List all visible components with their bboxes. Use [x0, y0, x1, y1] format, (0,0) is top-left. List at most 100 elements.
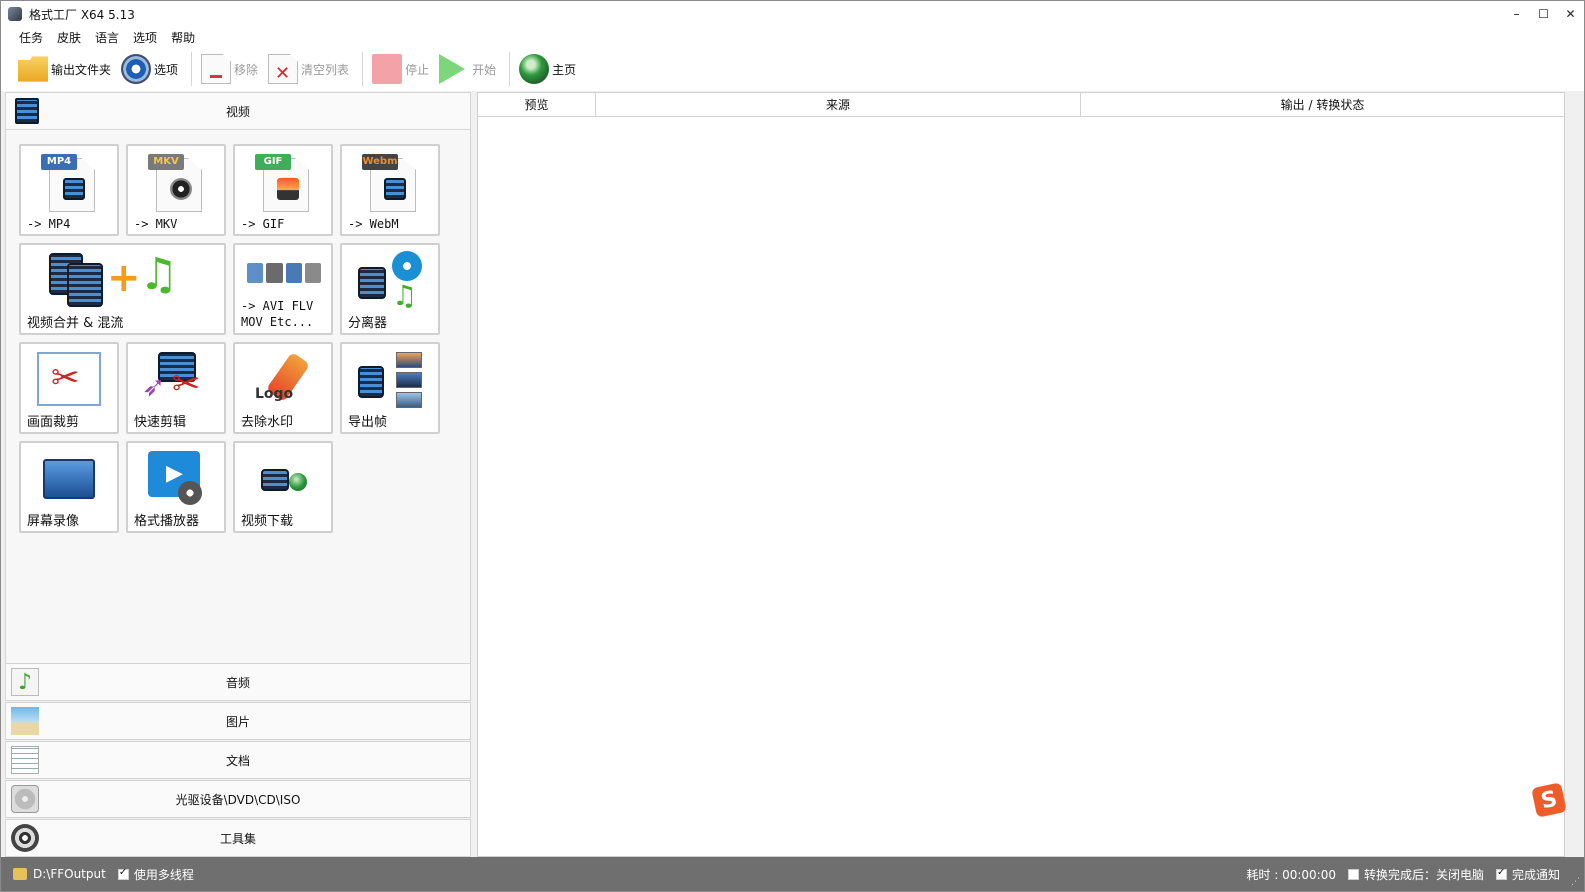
menu-skin[interactable]: 皮肤	[57, 29, 81, 46]
clear-list-label: 清空列表	[301, 62, 350, 77]
output-folder-button[interactable]: 输出文件夹	[15, 51, 114, 87]
folder-icon	[18, 56, 48, 82]
logo-text: Logo	[255, 386, 294, 402]
category-image-header[interactable]: 图片	[5, 702, 471, 740]
screen-camera-icon	[43, 459, 95, 499]
clear-list-icon: ✕	[268, 54, 299, 84]
menu-options[interactable]: 选项	[133, 29, 157, 46]
tile-crop[interactable]: ✂ 画面裁剪	[19, 342, 119, 434]
tile-splitter[interactable]: ♫ 分离器	[340, 243, 440, 335]
mkv-badge: MKV	[148, 154, 184, 170]
toolbar-divider	[191, 52, 193, 86]
category-optical-label: 光驱设备\DVD\CD\ISO	[175, 792, 301, 807]
tile-screen-record[interactable]: 屏幕录像	[19, 441, 119, 533]
tile-quick-edit-label: 快速剪辑	[134, 415, 187, 430]
category-image-label: 图片	[225, 714, 250, 729]
webm-badge: Webm	[362, 154, 398, 170]
format-mini-icons	[247, 263, 321, 283]
maximize-button[interactable]: ☐	[1530, 1, 1557, 27]
tile-quick-edit[interactable]: ➶ ✂ 快速剪辑	[126, 342, 226, 434]
mp4-badge: MP4	[41, 154, 77, 170]
menu-bar: 任务 皮肤 语言 选项 帮助	[1, 27, 1584, 47]
category-optical-header[interactable]: 光驱设备\DVD\CD\ISO	[5, 780, 471, 818]
column-source[interactable]: 来源	[596, 93, 1081, 116]
column-output-status[interactable]: 输出 / 转换状态	[1081, 93, 1564, 116]
gif-file-icon: GIF	[255, 154, 311, 212]
mkv-file-icon: MKV	[148, 154, 204, 212]
clear-list-button[interactable]: ✕ 清空列表	[265, 51, 352, 87]
output-path[interactable]: D:\FFOutput	[33, 867, 106, 881]
film-icon	[358, 267, 386, 299]
tile-to-webm-label: -> WebM	[348, 217, 399, 231]
tile-to-gif-label: -> GIF	[241, 217, 285, 231]
home-button[interactable]: 主页	[516, 51, 579, 87]
elapsed-time: 耗时 : 00:00:00	[1246, 867, 1336, 882]
home-label: 主页	[552, 62, 577, 77]
category-tools-header[interactable]: 工具集	[5, 819, 471, 857]
tools-reel-icon	[11, 824, 39, 852]
status-bar: D:\FFOutput 使用多线程 耗时 : 00:00:00 转换完成后：关闭…	[1, 857, 1584, 891]
arrow-icon: ➶	[142, 370, 166, 403]
menu-help[interactable]: 帮助	[171, 29, 195, 46]
start-label: 开始	[472, 62, 497, 77]
tile-video-merge[interactable]: + ♫ 视频合并 & 混流	[19, 243, 226, 335]
globe-icon	[519, 54, 550, 84]
menu-task[interactable]: 任务	[19, 29, 43, 46]
options-button[interactable]: 选项	[118, 51, 181, 87]
music-note-icon: ♫	[392, 279, 418, 312]
tile-to-gif[interactable]: GIF -> GIF	[233, 144, 333, 236]
frame-thumb-icon	[396, 352, 422, 368]
sogou-ime-icon[interactable]: S	[1531, 782, 1567, 818]
tile-to-mp4-label: -> MP4	[27, 217, 71, 231]
category-document-header[interactable]: 文档	[5, 741, 471, 779]
multithread-checkbox[interactable]	[117, 867, 129, 880]
scissors-icon: ✂	[51, 358, 80, 398]
tile-to-avi-flv-mov[interactable]: -> AVI FLV MOV Etc...	[233, 243, 333, 335]
stop-icon	[372, 54, 403, 84]
output-folder-label: 输出文件夹	[51, 62, 112, 77]
vertical-scrollbar[interactable]	[1566, 92, 1584, 857]
tile-video-download[interactable]: 视频下载	[233, 441, 333, 533]
reel-icon	[392, 251, 422, 281]
task-list-panel[interactable]: 预览 来源 输出 / 转换状态	[477, 92, 1565, 857]
remove-button[interactable]: 移除	[198, 51, 261, 87]
video-tools-area: MP4 -> MP4 MKV -> MKV GIF -> GIF Webm ->…	[5, 130, 471, 663]
disc-drive-icon	[11, 785, 39, 813]
category-video-label: 视频	[225, 104, 250, 119]
category-audio-header[interactable]: ♪ 音频	[5, 663, 471, 701]
notify-label: 完成通知	[1511, 867, 1560, 882]
category-audio-label: 音频	[225, 675, 250, 690]
resize-grip-icon[interactable]: ⋰	[1571, 877, 1580, 887]
close-button[interactable]: ✕	[1557, 1, 1584, 27]
shutdown-checkbox[interactable]	[1347, 868, 1359, 880]
tile-format-player[interactable]: ▶ 格式播放器	[126, 441, 226, 533]
globe-icon	[289, 473, 307, 491]
category-panel: 视频 MP4 -> MP4 MKV -> MKV GIF -> GIF Webm…	[5, 92, 471, 857]
menu-language[interactable]: 语言	[95, 29, 119, 46]
frame-thumb-icon	[396, 372, 422, 388]
tile-to-mkv[interactable]: MKV -> MKV	[126, 144, 226, 236]
start-button[interactable]: 开始	[436, 51, 499, 87]
tile-to-webm[interactable]: Webm -> WebM	[340, 144, 440, 236]
window-title: 格式工厂 X64 5.13	[29, 7, 135, 22]
tile-to-mkv-label: -> MKV	[134, 217, 178, 231]
webm-file-icon: Webm	[362, 154, 418, 212]
options-label: 选项	[154, 62, 179, 77]
category-video-header[interactable]: 视频	[5, 92, 471, 130]
stop-button[interactable]: 停止	[369, 51, 432, 87]
tile-crop-label: 画面裁剪	[27, 415, 80, 430]
stop-label: 停止	[405, 62, 430, 77]
tile-remove-watermark[interactable]: Logo 去除水印	[233, 342, 333, 434]
tile-to-mp4[interactable]: MP4 -> MP4	[19, 144, 119, 236]
frame-thumb-icon	[396, 392, 422, 408]
tile-export-frames[interactable]: 导出帧	[340, 342, 440, 434]
gear-icon	[178, 481, 202, 505]
gear-icon	[121, 54, 152, 84]
notify-checkbox[interactable]	[1495, 867, 1507, 880]
multithread-label: 使用多线程	[133, 867, 194, 882]
tile-video-merge-label: 视频合并 & 混流	[27, 316, 124, 331]
tile-screen-record-label: 屏幕录像	[27, 514, 80, 529]
column-preview[interactable]: 预览	[478, 93, 596, 116]
category-document-label: 文档	[225, 753, 250, 768]
minimize-button[interactable]: –	[1503, 1, 1530, 27]
